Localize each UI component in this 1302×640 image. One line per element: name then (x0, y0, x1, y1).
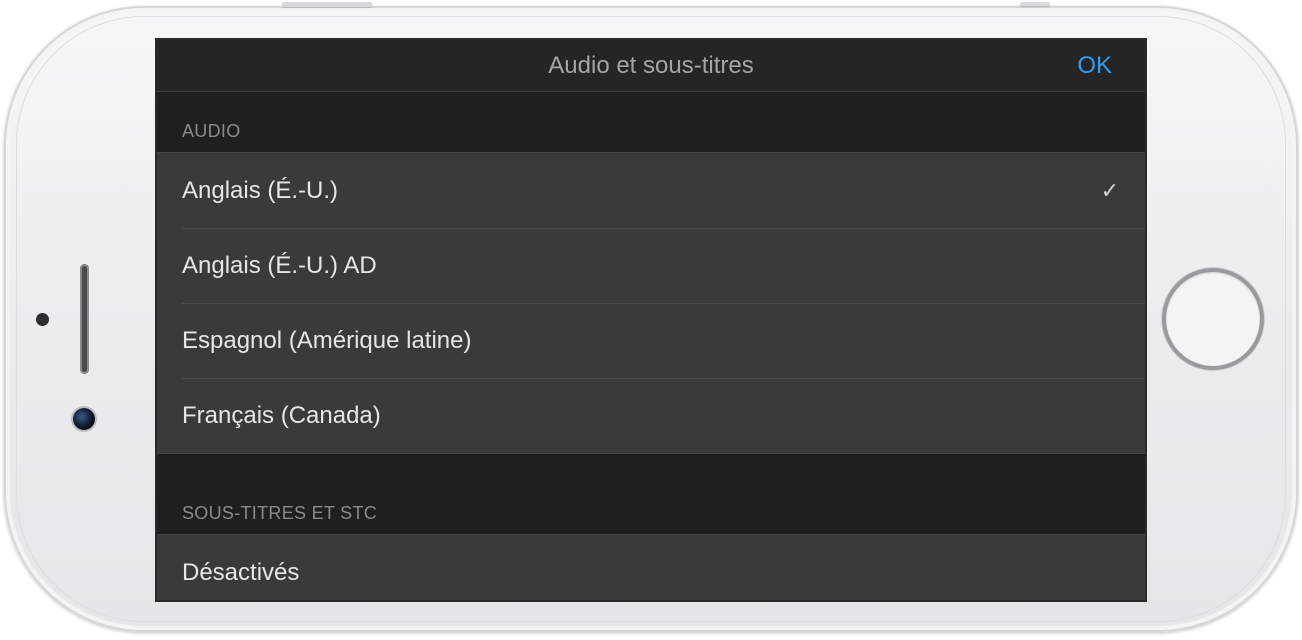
checkmark-icon: ✓ (1100, 178, 1119, 203)
navigation-bar: Audio et sous-titres OK (157, 40, 1145, 92)
screen: Audio et sous-titres OK AUDIO Anglais (É… (157, 40, 1145, 600)
volume-button (282, 2, 372, 7)
list-item-label: Désactivés (182, 559, 300, 586)
list-item-label: Espagnol (Amérique latine) (182, 327, 472, 354)
audio-option-anglais-us-ad[interactable]: Anglais (É.-U.) AD (157, 228, 1145, 303)
subtitles-section-header: SOUS-TITRES ET STC (182, 503, 378, 523)
list-item-label: Anglais (É.-U.) AD (182, 252, 377, 279)
earpiece-speaker (80, 264, 89, 374)
list-item-label: Anglais (É.-U.) (182, 177, 339, 204)
audio-option-espagnol[interactable]: Espagnol (Amérique latine) (157, 303, 1145, 378)
ok-button[interactable]: OK (1077, 40, 1112, 91)
front-camera-icon (73, 408, 95, 430)
proximity-sensor (36, 313, 49, 326)
audio-list: Anglais (É.-U.) ✓ Anglais (É.-U.) AD Esp… (157, 152, 1145, 454)
subtitle-option-desactives[interactable]: Désactivés (157, 535, 1145, 600)
audio-section-header: AUDIO (182, 121, 241, 141)
home-button[interactable] (1166, 272, 1260, 366)
power-button (1020, 2, 1050, 6)
subtitles-list: Désactivés (157, 534, 1145, 600)
page-title: Audio et sous-titres (548, 52, 754, 79)
list-item-label: Français (Canada) (182, 402, 381, 429)
audio-option-francais-canada[interactable]: Français (Canada) (157, 378, 1145, 453)
audio-option-anglais-us[interactable]: Anglais (É.-U.) ✓ (157, 153, 1145, 228)
